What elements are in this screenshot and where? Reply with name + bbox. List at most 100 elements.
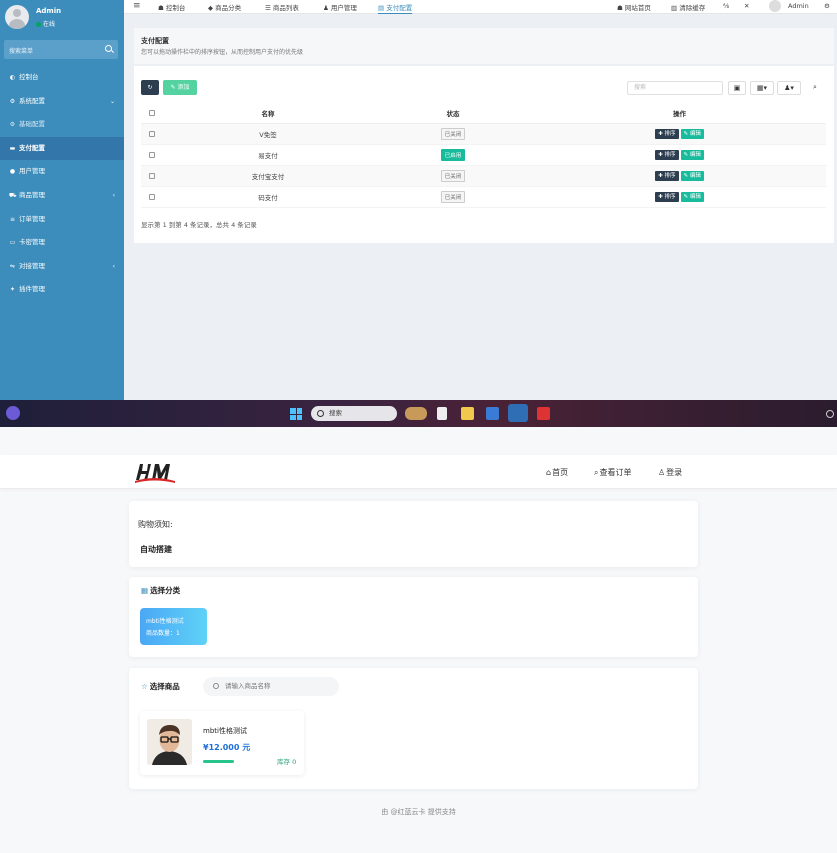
notification-icon[interactable] xyxy=(826,410,834,418)
app-icon[interactable] xyxy=(437,407,447,420)
sort-button[interactable]: ✚ 排序 xyxy=(655,170,679,181)
row-select-cell xyxy=(141,186,163,208)
content-area: 支付配置 您可以拖动操作栏中的排序按钮，从而控制用户支付的优先级 ↻ ✎ 添加 … xyxy=(124,14,837,400)
status-badge[interactable]: 已启用 xyxy=(440,148,466,161)
tab-goods[interactable]: ☰ 商品列表 xyxy=(265,2,299,12)
online-dot-icon xyxy=(36,22,41,27)
sidebar-item-users[interactable]: ● 用户管理 xyxy=(0,160,124,184)
export-icon[interactable]: ♟▾ xyxy=(777,81,801,95)
edge-browser-icon[interactable] xyxy=(508,404,528,422)
dashboard-icon: ◐ xyxy=(9,74,16,81)
fullscreen-icon[interactable]: ✕ xyxy=(744,2,749,10)
payment-name: 码支付 xyxy=(163,186,373,208)
sidebar-item-cards[interactable]: ▭ 卡密管理 xyxy=(0,231,124,255)
sort-button[interactable]: ✚ 排序 xyxy=(655,128,679,139)
category-card: ▦ 选择分类 mbti性格测试 商品数量：1 xyxy=(129,577,698,657)
clear-cache-button[interactable]: ▥ 清除缓存 xyxy=(671,2,705,12)
sidebar-search[interactable]: 搜索菜单 xyxy=(4,40,118,59)
toggle-view-icon[interactable]: ▣ xyxy=(728,81,746,95)
user-name: Admin xyxy=(36,7,62,15)
user-icon: ♟ xyxy=(323,4,331,12)
food-icon[interactable] xyxy=(405,407,427,420)
sidebar-item-plugins[interactable]: ✦ 插件管理 xyxy=(0,278,124,302)
sidebar-item-goods[interactable]: ⛟ 商品管理 ‹ xyxy=(0,184,124,208)
avatar[interactable] xyxy=(5,5,29,29)
nav-login[interactable]: ♙登录 xyxy=(658,467,682,478)
status-cell: 已启用 xyxy=(373,144,533,166)
tab-payment[interactable]: ▤ 支付配置 xyxy=(378,2,413,14)
sidebar-item-basic[interactable]: ⚙ 基础配置 xyxy=(0,113,124,137)
user-status: 在线 xyxy=(36,19,55,28)
sidebar-search-input[interactable]: 搜索菜单 xyxy=(9,46,33,55)
payment-name: 易支付 xyxy=(163,144,373,166)
site-home-link[interactable]: ☗ 网站首页 xyxy=(617,2,651,12)
card-icon: ▬ xyxy=(9,144,16,152)
column-header-name[interactable]: 名称 xyxy=(163,103,373,124)
home-icon: ☗ xyxy=(617,4,625,12)
table-search-input[interactable]: 搜索 xyxy=(627,81,723,95)
edit-button[interactable]: ✎ 编辑 xyxy=(680,170,704,181)
sort-button[interactable]: ✚ 排序 xyxy=(655,149,679,160)
sort-button[interactable]: ✚ 排序 xyxy=(655,191,679,202)
notice-title: 购物须知: xyxy=(138,520,173,529)
edit-button[interactable]: ✎ 编辑 xyxy=(680,191,704,202)
widgets-icon[interactable] xyxy=(6,406,20,420)
actions-cell: ✚ 排序 ✎ 编辑 xyxy=(533,165,826,187)
status-badge[interactable]: 已关闭 xyxy=(440,127,466,140)
top-user-name[interactable]: Admin xyxy=(788,2,809,10)
row-select-cell xyxy=(141,123,163,145)
folder-icon[interactable] xyxy=(461,407,474,420)
status-cell: 已关闭 xyxy=(373,165,533,187)
user-icon: ♙ xyxy=(658,468,666,477)
refresh-button[interactable]: ↻ xyxy=(141,80,159,95)
sidebar-item-dock[interactable]: ⇋ 对接管理 ‹ xyxy=(0,255,124,279)
category-count: 商品数量：1 xyxy=(146,630,180,637)
content-header: 支付配置 您可以拖动操作栏中的排序按钮，从而控制用户支付的优先级 xyxy=(134,28,834,64)
column-header-actions: 操作 xyxy=(533,103,826,124)
category-item[interactable]: mbti性格测试 商品数量：1 xyxy=(140,608,207,645)
gear-icon: ⚙ xyxy=(9,121,16,129)
product-card[interactable]: mbti性格测试 ¥12.000 元 库存 0 xyxy=(140,711,304,775)
app-icon[interactable] xyxy=(486,407,499,420)
sidebar-item-orders[interactable]: ≡ 订单管理 xyxy=(0,208,124,232)
menu-toggle-icon[interactable]: ≡ xyxy=(133,1,141,11)
row-checkbox[interactable] xyxy=(149,172,155,179)
tab-users[interactable]: ♟ 用户管理 xyxy=(323,2,357,12)
windows-start-icon[interactable] xyxy=(290,408,302,420)
sidebar-menu: ◐ 控制台 ⚙ 系统配置 ⌄ ⚙ 基础配置 ▬ 支付配置 ● 用户管理 ⛟ 商品管理 ‹ ≡ 订单… xyxy=(0,66,124,302)
row-checkbox[interactable] xyxy=(149,130,155,137)
search-icon[interactable]: ⌕ xyxy=(805,81,825,95)
notice-content: 自动搭建 xyxy=(140,545,172,554)
select-all-checkbox[interactable] xyxy=(149,109,155,116)
add-button[interactable]: ✎ 添加 xyxy=(163,80,197,95)
edit-button[interactable]: ✎ 编辑 xyxy=(680,149,704,160)
app-icon[interactable] xyxy=(537,407,550,420)
tab-categories[interactable]: ◆ 商品分类 xyxy=(208,2,241,12)
top-avatar[interactable] xyxy=(769,0,781,12)
site-logo[interactable] xyxy=(134,460,176,484)
row-checkbox[interactable] xyxy=(149,193,155,200)
sidebar: Admin 在线 搜索菜单 ◐ 控制台 ⚙ 系统配置 ⌄ ⚙ 基础配置 ▬ 支付配置 ● 用… xyxy=(0,0,124,400)
sidebar-item-dashboard[interactable]: ◐ 控制台 xyxy=(0,66,124,90)
nav-home[interactable]: ⌂首页 xyxy=(546,467,568,478)
gear-icon: ⚙ xyxy=(9,97,16,105)
column-header-status[interactable]: 状态 xyxy=(373,103,533,124)
tab-dashboard[interactable]: ☗ 控制台 xyxy=(158,2,185,12)
edit-button[interactable]: ✎ 编辑 xyxy=(680,128,704,139)
settings-icon[interactable]: ⚙ xyxy=(824,2,830,10)
list-icon: ☰ xyxy=(265,4,273,12)
lang-icon[interactable]: ⅍ xyxy=(723,2,729,10)
status-badge[interactable]: 已关闭 xyxy=(440,169,466,182)
row-checkbox[interactable] xyxy=(149,151,155,158)
columns-icon[interactable]: ▦▾ xyxy=(750,81,774,95)
row-select-cell xyxy=(141,144,163,166)
nav-orders[interactable]: ⌕查看订单 xyxy=(594,467,631,478)
sidebar-item-system[interactable]: ⚙ 系统配置 ⌄ xyxy=(0,90,124,114)
product-search-input[interactable]: 请输入商品名称 xyxy=(203,677,339,696)
taskbar-search[interactable]: 搜索 xyxy=(311,406,397,421)
status-badge[interactable]: 已关闭 xyxy=(440,190,466,203)
sidebar-item-payment[interactable]: ▬ 支付配置 xyxy=(0,136,124,161)
status-cell: 已关闭 xyxy=(373,123,533,145)
products-section-title: ☆ 选择商品 xyxy=(141,682,180,691)
search-icon[interactable] xyxy=(105,45,112,52)
